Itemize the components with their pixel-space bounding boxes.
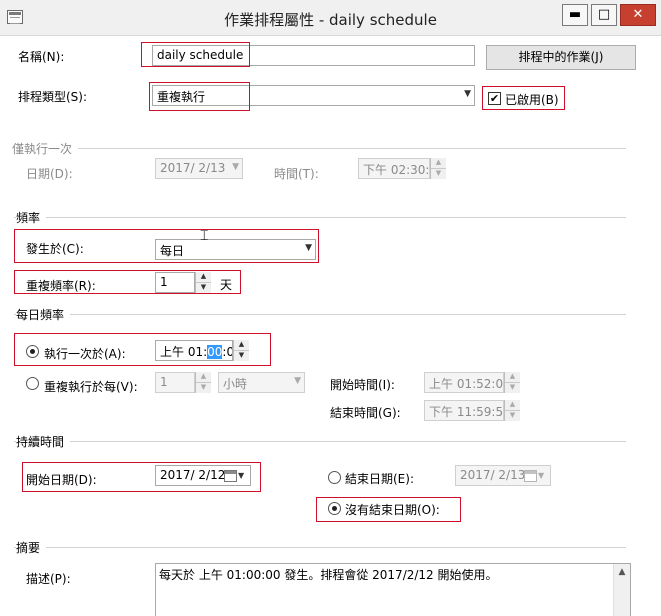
run-every-spinner[interactable]: ▲ ▼ — [195, 372, 211, 393]
divider-duration — [14, 441, 626, 442]
run-every-label: 重複執行於每(V): — [44, 380, 138, 394]
start-time-label: 開始時間(I): — [330, 378, 395, 392]
start-date-label: 開始日期(D): — [26, 473, 97, 487]
scroll-up-icon[interactable]: ▲ — [614, 567, 630, 577]
end-date-label: 結束日期(E): — [345, 472, 414, 486]
no-end-date-label: 沒有結束日期(O): — [345, 503, 440, 517]
divider-one-time — [14, 148, 626, 149]
spin-up-icon[interactable]: ▲ — [505, 372, 520, 383]
occurs-select[interactable]: 每日 ▼ — [155, 239, 316, 260]
run-every-unit-value: 小時 — [223, 377, 248, 391]
maximize-button[interactable]: □ — [591, 4, 617, 26]
run-once-time-selected-segment: 00 — [207, 345, 223, 359]
description-scrollbar[interactable]: ▲ — [613, 564, 630, 616]
title-bar: 作業排程屬性 - daily schedule ▬ □ ✕ — [0, 0, 661, 36]
spin-up-icon[interactable]: ▲ — [196, 272, 211, 283]
spin-up-icon[interactable]: ▲ — [196, 372, 211, 383]
run-every-unit-select[interactable]: 小時 ▼ — [218, 372, 305, 393]
recurs-input[interactable]: 1 — [155, 272, 195, 293]
name-label: 名稱(N): — [18, 50, 65, 64]
recurs-spinner[interactable]: ▲ ▼ — [195, 272, 211, 293]
spin-up-icon[interactable]: ▲ — [505, 400, 520, 411]
description-label: 描述(P): — [26, 572, 71, 586]
occurs-label: 發生於(C): — [26, 242, 84, 256]
chevron-down-icon: ▼ — [305, 243, 312, 253]
schedule-type-select[interactable]: 重複執行 ▼ — [152, 85, 475, 106]
enabled-label: 已啟用(B) — [505, 93, 559, 107]
divider-summary — [14, 547, 626, 548]
no-end-date-radio[interactable] — [328, 502, 341, 515]
one-time-time-label: 時間(T): — [274, 167, 319, 181]
section-one-time: 僅執行一次 — [12, 140, 79, 157]
section-daily-frequency: 每日頻率 — [16, 306, 71, 323]
jobs-in-schedule-button[interactable]: 排程中的作業(J) — [486, 45, 636, 70]
close-button[interactable]: ✕ — [620, 4, 656, 26]
run-once-time-suffix: :00 — [222, 345, 232, 359]
run-once-label: 執行一次於(A): — [44, 347, 126, 361]
one-time-date-label: 日期(D): — [26, 167, 73, 181]
name-input[interactable]: daily schedule — [152, 45, 475, 66]
run-once-radio[interactable] — [26, 345, 39, 358]
one-time-time-spinner[interactable]: ▲ ▼ — [430, 158, 446, 179]
run-every-radio[interactable] — [26, 377, 39, 390]
end-date-value: 2017/ 2/13 — [460, 468, 526, 482]
end-time-label: 結束時間(G): — [330, 406, 401, 420]
section-summary: 摘要 — [16, 539, 47, 556]
chevron-down-icon: ▼ — [232, 162, 239, 172]
spin-down-icon[interactable]: ▼ — [505, 383, 520, 394]
section-duration: 持續時間 — [16, 433, 71, 450]
divider-daily-frequency — [14, 314, 626, 315]
one-time-time-input[interactable]: 下午 02:30:28 — [358, 158, 430, 179]
end-time-spinner[interactable]: ▲ ▼ — [504, 400, 520, 421]
recurs-unit: 天 — [220, 278, 233, 292]
spin-up-icon[interactable]: ▲ — [234, 340, 249, 351]
run-once-time-prefix: 上午 01: — [160, 345, 208, 359]
start-time-input[interactable]: 上午 01:52:00 — [424, 372, 504, 393]
run-once-time-input[interactable]: 上午 01:00:00 — [155, 340, 233, 361]
description-text: 每天於 上午 01:00:00 發生。排程會從 2017/2/12 開始使用。 — [159, 568, 498, 582]
section-frequency: 頻率 — [16, 209, 47, 226]
enabled-checkbox[interactable]: ✔ — [488, 92, 501, 105]
chevron-down-icon[interactable]: ▼ — [538, 471, 544, 480]
mouse-cursor-icon: ⌶ — [200, 228, 209, 244]
calendar-icon[interactable] — [524, 470, 537, 482]
start-time-spinner[interactable]: ▲ ▼ — [504, 372, 520, 393]
spin-up-icon[interactable]: ▲ — [431, 158, 446, 169]
minimize-button[interactable]: ▬ — [562, 4, 588, 26]
one-time-date-value: 2017/ 2/13 — [160, 161, 226, 175]
occurs-value: 每日 — [160, 244, 185, 258]
run-every-input[interactable]: 1 — [155, 372, 195, 393]
run-once-time-spinner[interactable]: ▲ ▼ — [233, 340, 249, 361]
divider-frequency — [14, 217, 626, 218]
description-textarea[interactable]: 每天於 上午 01:00:00 發生。排程會從 2017/2/12 開始使用。 … — [155, 563, 631, 616]
end-date-radio[interactable] — [328, 471, 341, 484]
spin-down-icon[interactable]: ▼ — [505, 411, 520, 422]
schedule-type-label: 排程類型(S): — [18, 90, 88, 104]
calendar-icon[interactable] — [224, 470, 237, 482]
spin-down-icon[interactable]: ▼ — [196, 383, 211, 394]
schedule-type-value: 重複執行 — [157, 90, 206, 104]
chevron-down-icon: ▼ — [294, 376, 301, 386]
chevron-down-icon: ▼ — [464, 89, 471, 99]
recurs-label: 重複頻率(R): — [26, 279, 96, 293]
end-time-input[interactable]: 下午 11:59:59 — [424, 400, 504, 421]
one-time-date-picker[interactable]: 2017/ 2/13 ▼ — [155, 158, 243, 179]
spin-down-icon[interactable]: ▼ — [196, 283, 211, 294]
chevron-down-icon[interactable]: ▼ — [238, 471, 244, 480]
spin-down-icon[interactable]: ▼ — [234, 351, 249, 362]
spin-down-icon[interactable]: ▼ — [431, 169, 446, 180]
start-date-value: 2017/ 2/12 — [160, 468, 226, 482]
